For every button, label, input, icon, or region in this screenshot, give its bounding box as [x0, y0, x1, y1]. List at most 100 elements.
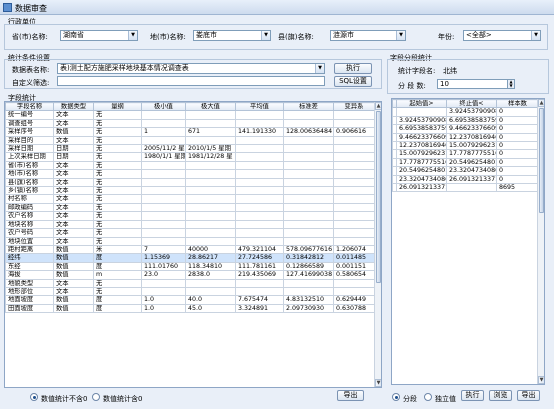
table-row[interactable]: 农户名称 文本无: [5, 211, 375, 221]
fs-header[interactable]: 数据类型: [53, 102, 94, 112]
table-row[interactable]: 地块名称 文本无: [5, 219, 375, 230]
fs-header[interactable]: 字段名称: [5, 102, 54, 112]
table-cell: [141, 194, 186, 204]
table-row[interactable]: 26.0913213371 8695: [392, 183, 539, 193]
table-row[interactable]: 上次采样日期 日期无 1980/1/1 星期 1981/12/28 星: [5, 152, 375, 162]
table-row[interactable]: 采样序号 数值无 1 671 141.191330 128.00636484 0.90661…: [5, 127, 375, 137]
table-row[interactable]: 23.3204734086 26.0913213371 0: [392, 174, 539, 185]
sql-settings-button[interactable]: SQL设置: [334, 76, 372, 87]
radio-no-zero[interactable]: [30, 393, 38, 401]
field-stats-scrollbar[interactable]: ▲ ▼: [374, 102, 381, 387]
execute-button[interactable]: 执行: [334, 63, 372, 74]
radio-independent-label: 独立值: [435, 395, 456, 403]
scroll-thumb[interactable]: [376, 111, 381, 283]
table-cell: [283, 211, 334, 221]
year-select[interactable]: <全部> ▼: [463, 30, 541, 41]
table-cell: 671: [185, 127, 236, 137]
table-row[interactable]: 3.92453790908 0: [392, 107, 539, 117]
province-value: 湖南省: [63, 31, 84, 39]
sg-header[interactable]: 样本数: [496, 99, 539, 109]
table-row[interactable]: 采样日期日期无2005/11/2 星期2010/1/5 星期: [5, 144, 375, 154]
scroll-down-icon[interactable]: ▼: [375, 379, 381, 387]
fs-header[interactable]: 变异系: [333, 102, 375, 112]
table-row[interactable]: 海拔 数值 m 23.0 2838.0 219.435069 127.41699038 0.5…: [5, 270, 375, 280]
table-row[interactable]: 经纬 数值度 1.15369 28.86217 27.724586 0.31842812 0…: [5, 253, 375, 263]
table-cell: [141, 135, 186, 146]
segments-spinner[interactable]: ▲ ▼: [507, 79, 515, 89]
table-row[interactable]: 邮政编码 文本无: [5, 202, 375, 213]
table-cell: 141.191330: [235, 127, 284, 137]
table-cell: 数值: [53, 127, 94, 137]
year-value: <全部>: [466, 31, 492, 39]
table-cell: [185, 219, 236, 230]
table-select[interactable]: 表)测土配方施肥采样地块基本情况调查表 ▼: [57, 63, 325, 74]
field-stats-grid[interactable]: 字段名称 数据类型 量纲 极小值 极大值 平均值 标准差 变异系 统一编号 文本无调查组号 文本无…: [4, 101, 382, 388]
table-row[interactable]: 地(市)名称 文本无: [5, 169, 375, 179]
table-row[interactable]: 农户号码 文本无: [5, 228, 375, 238]
table-row[interactable]: 采样目的 文本无: [5, 135, 375, 146]
table-row[interactable]: 地块位置 文本无: [5, 236, 375, 246]
table-row[interactable]: 3.92453790908 6.69538583759 0: [392, 115, 539, 126]
table-row[interactable]: 15.0079296231 17.7787775516 0: [392, 149, 539, 159]
table-cell: 1.0: [141, 303, 186, 314]
province-select[interactable]: 湖南省 ▼: [60, 30, 138, 41]
table-row[interactable]: 12.2370816946 15.0079296231 0: [392, 141, 539, 151]
scroll-up-icon[interactable]: ▲: [538, 99, 544, 107]
table-row[interactable]: 东经 数值度 111.01760 118.34810 111.781161 0.12866…: [5, 261, 375, 272]
table-cell: [141, 160, 186, 171]
fs-header[interactable]: 极大值: [185, 102, 236, 112]
table-cell: 无: [93, 160, 142, 171]
scroll-thumb[interactable]: [539, 108, 544, 213]
table-row[interactable]: 地貌类型 文本无: [5, 278, 375, 288]
table-row[interactable]: 村名称 文本无: [5, 194, 375, 204]
radio-segment[interactable]: [392, 393, 400, 401]
segment-grid[interactable]: 起始值> 终止值< 样本数 3.92453790908 0 3.92453790908 6…: [391, 98, 545, 385]
table-row[interactable]: 20.5496254801 23.3204734086 0: [392, 166, 539, 176]
table-row[interactable]: 统一编号 文本无: [5, 110, 375, 120]
table-row[interactable]: 地形部位 文本无: [5, 286, 375, 297]
sg-header[interactable]: 终止值<: [446, 99, 497, 109]
table-cell: [333, 135, 375, 146]
table-row[interactable]: 9.46623376609 12.2370816946 0: [392, 132, 539, 143]
segments-input[interactable]: 10: [437, 79, 515, 89]
table-cell: [333, 219, 375, 230]
fs-header[interactable]: 标准差: [283, 102, 334, 112]
sg-header[interactable]: 起始值>: [396, 99, 447, 109]
county-select[interactable]: 涟源市 ▼: [330, 30, 406, 41]
table-row[interactable]: 地面坡度 数值度 1.0 40.0 7.675474 4.83132510 0.629449: [5, 295, 375, 305]
table-cell: 7.675474: [235, 295, 284, 305]
table-cell: 0: [496, 124, 539, 134]
filter-input[interactable]: [57, 76, 325, 86]
table-cell: [185, 286, 236, 297]
scroll-down-icon[interactable]: ▼: [538, 376, 544, 384]
table-row[interactable]: 省(市)名称 文本无: [5, 160, 375, 171]
table-row[interactable]: 调查组号 文本无: [5, 118, 375, 129]
segment-execute-button[interactable]: 执行: [461, 390, 484, 401]
table-cell: 无: [93, 211, 142, 221]
table-row[interactable]: 6.69538583759 9.46623376609 0: [392, 124, 539, 134]
table-cell: 调查组号: [5, 118, 54, 129]
table-row[interactable]: 距村距离 数值米 7 40000 479.321104 578.09677616 1.206…: [5, 244, 375, 255]
table-cell: [235, 211, 284, 221]
fs-header[interactable]: 极小值: [141, 102, 186, 112]
table-row[interactable]: 田面坡度 数值度 1.0 45.0 3.324891 2.09730930 0.630788: [5, 303, 375, 314]
segment-export-button[interactable]: 导出: [517, 390, 540, 401]
radio-independent[interactable]: [424, 393, 432, 401]
table-row[interactable]: 县(旗)名称 文本无: [5, 177, 375, 188]
table-cell: 26.0913213371: [396, 183, 447, 193]
fs-header[interactable]: 平均值: [235, 102, 284, 112]
table-cell: 地面坡度: [5, 295, 54, 305]
city-select[interactable]: 娄底市 ▼: [193, 30, 271, 41]
segment-scrollbar[interactable]: ▲ ▼: [537, 99, 544, 384]
table-cell: 经纬: [5, 253, 54, 263]
fs-header[interactable]: 量纲: [93, 102, 142, 112]
table-name-label: 数据表名称:: [12, 66, 50, 74]
table-row[interactable]: 乡(镇)名称 文本无: [5, 186, 375, 196]
field-export-button[interactable]: 导出: [337, 390, 364, 401]
browse-button[interactable]: 浏览: [489, 390, 512, 401]
radio-with-zero[interactable]: [92, 393, 100, 401]
table-cell: [235, 135, 284, 146]
table-cell: 0: [496, 166, 539, 176]
scroll-up-icon[interactable]: ▲: [375, 102, 381, 110]
table-row[interactable]: 17.7787775516 20.5496254801 0: [392, 157, 539, 168]
